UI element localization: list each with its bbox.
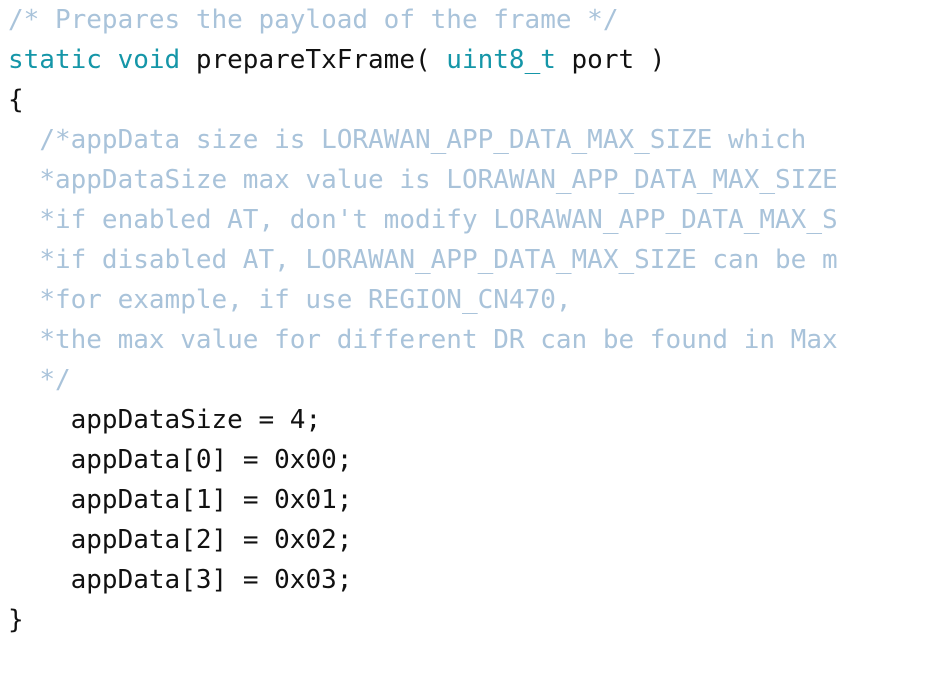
code-token-plain: ] = bbox=[211, 485, 275, 515]
code-line: static void prepareTxFrame( uint8_t port… bbox=[0, 40, 946, 80]
code-line: *if enabled AT, don't modify LORAWAN_APP… bbox=[0, 200, 946, 240]
code-line: */ bbox=[0, 360, 946, 400]
code-line: *the max value for different DR can be f… bbox=[0, 320, 946, 360]
code-line: /*appData size is LORAWAN_APP_DATA_MAX_S… bbox=[0, 120, 946, 160]
code-token-punct: { bbox=[8, 85, 24, 115]
code-token-punct: ; bbox=[305, 405, 322, 435]
code-line: *appDataSize max value is LORAWAN_APP_DA… bbox=[0, 160, 946, 200]
code-line: appDataSize = 4; bbox=[0, 400, 946, 440]
code-token-comment: *if disabled AT, LORAWAN_APP_DATA_MAX_SI… bbox=[39, 245, 838, 275]
code-token-plain: appData[ bbox=[70, 525, 196, 555]
code-token-punct: } bbox=[8, 605, 24, 635]
code-line: *if disabled AT, LORAWAN_APP_DATA_MAX_SI… bbox=[0, 240, 946, 280]
code-token-number: 4 bbox=[289, 405, 306, 435]
code-line-list: /* Prepares the payload of the frame */ s… bbox=[0, 0, 946, 640]
code-token-comment: *the max value for different DR can be f… bbox=[39, 325, 838, 355]
code-line: appData[3] = 0x03; bbox=[0, 560, 946, 600]
code-token-comment: *if enabled AT, don't modify LORAWAN_APP… bbox=[39, 205, 838, 235]
code-token-punct: ; bbox=[336, 485, 353, 515]
code-token-plain: ] = bbox=[211, 445, 275, 475]
code-line: *for example, if use REGION_CN470, bbox=[0, 280, 946, 320]
code-line: /* Prepares the payload of the frame */ bbox=[0, 0, 946, 40]
code-token-comment: *for example, if use REGION_CN470, bbox=[39, 285, 572, 315]
code-token-plain: prepareTxFrame( bbox=[180, 45, 447, 75]
code-token-plain: appData[ bbox=[70, 445, 196, 475]
code-token-number: 0x00 bbox=[274, 445, 337, 475]
code-line: appData[2] = 0x02; bbox=[0, 520, 946, 560]
code-token-punct: ; bbox=[336, 445, 353, 475]
code-token-plain: port ) bbox=[555, 45, 666, 75]
code-token-plain: appDataSize = bbox=[70, 405, 290, 435]
code-token-number: 0x01 bbox=[274, 485, 337, 515]
code-token-number: 0x02 bbox=[274, 525, 337, 555]
code-line: appData[0] = 0x00; bbox=[0, 440, 946, 480]
code-view[interactable]: /* Prepares the payload of the frame */ s… bbox=[0, 0, 946, 677]
code-token-comment: */ bbox=[39, 365, 71, 395]
code-token-number: 2 bbox=[195, 525, 212, 555]
code-token-plain: ] = bbox=[211, 525, 275, 555]
code-token-comment: /* Prepares the payload of the frame */ bbox=[8, 5, 619, 35]
code-token-number: 3 bbox=[195, 565, 212, 595]
code-line: } bbox=[0, 600, 946, 640]
code-token-plain: ] = bbox=[211, 565, 275, 595]
code-token-comment: /*appData size is LORAWAN_APP_DATA_MAX_S… bbox=[39, 125, 822, 155]
code-token-punct: ; bbox=[336, 525, 353, 555]
code-token-plain: appData[ bbox=[70, 565, 196, 595]
code-line: { bbox=[0, 80, 946, 120]
code-token-number: 0x03 bbox=[274, 565, 337, 595]
code-token-plain: appData[ bbox=[70, 485, 196, 515]
code-token-number: 0 bbox=[195, 445, 212, 475]
code-token-number: 1 bbox=[195, 485, 212, 515]
code-token-punct: ; bbox=[336, 565, 353, 595]
code-token-keyword: static void bbox=[8, 45, 181, 75]
code-line: appData[1] = 0x01; bbox=[0, 480, 946, 520]
code-token-comment: *appDataSize max value is LORAWAN_APP_DA… bbox=[39, 165, 838, 195]
code-token-type: uint8_t bbox=[446, 45, 556, 75]
